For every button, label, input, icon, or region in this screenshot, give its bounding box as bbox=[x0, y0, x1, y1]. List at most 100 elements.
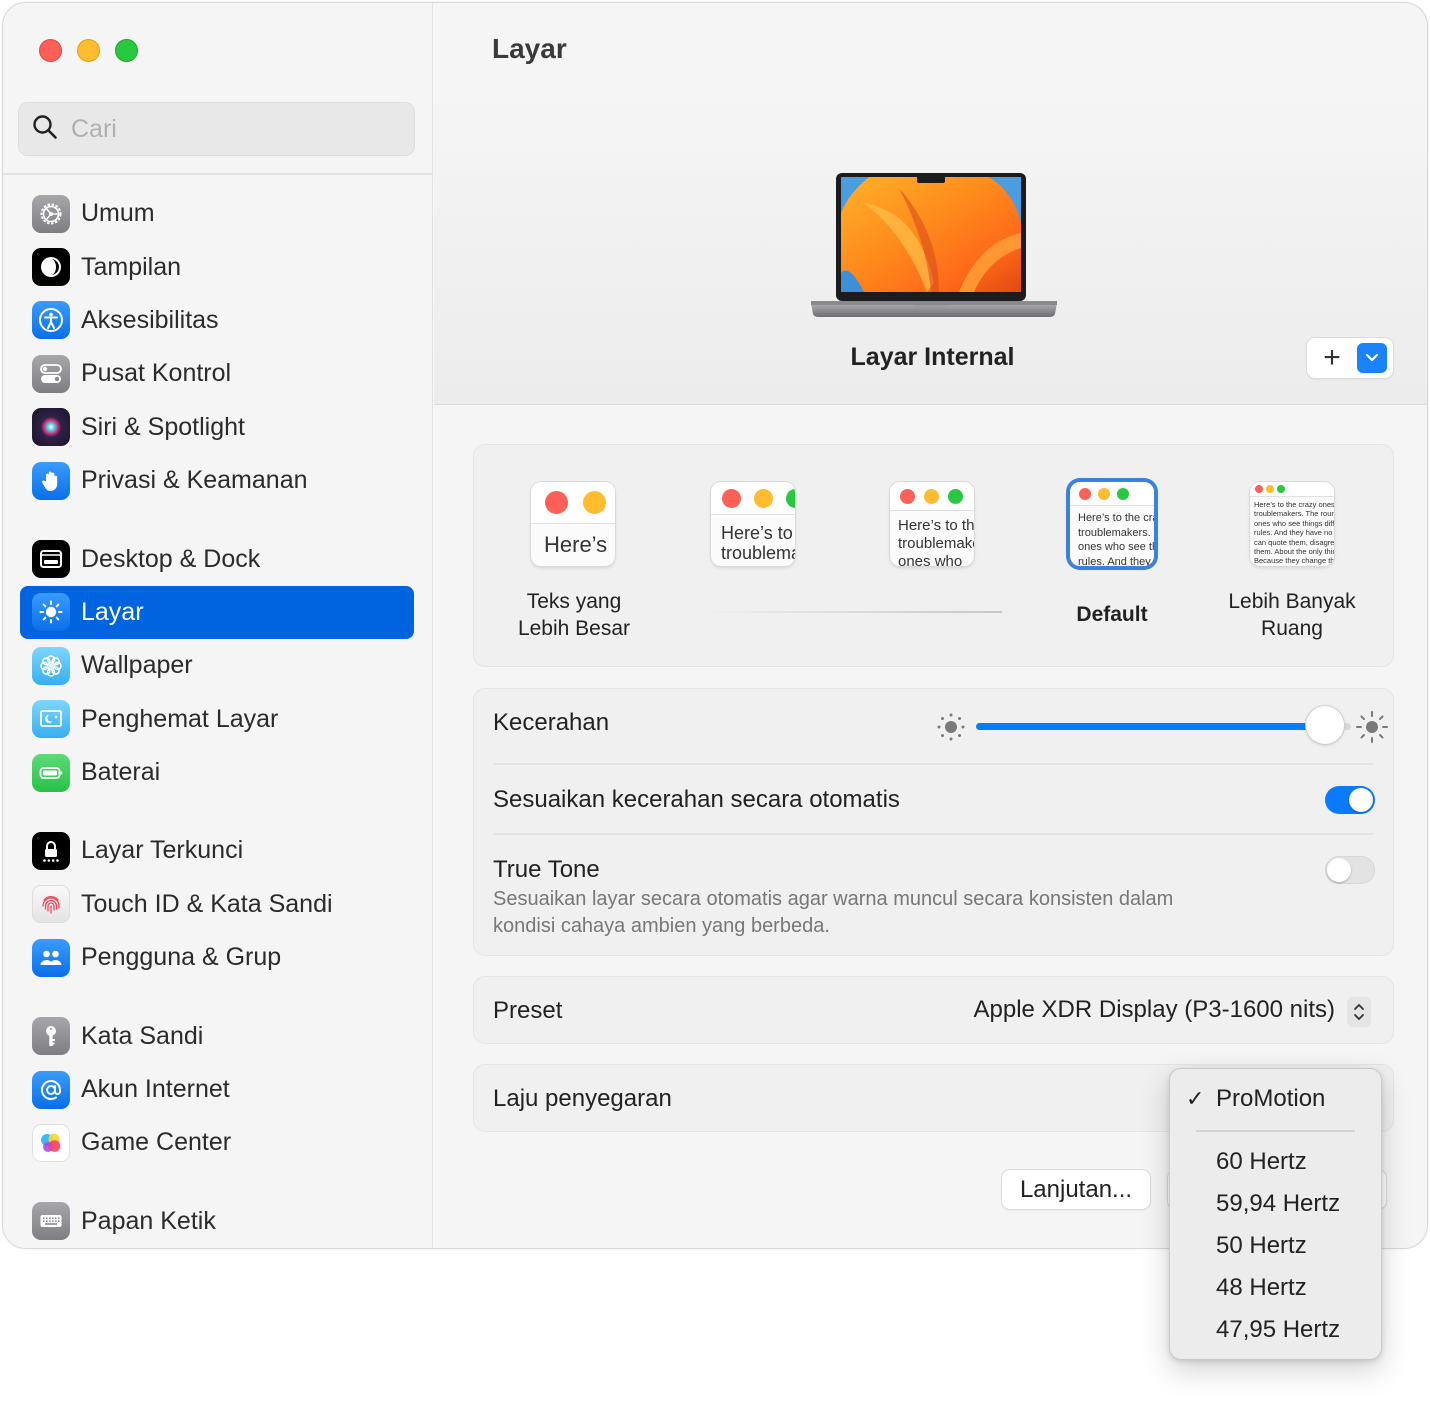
menu-item-59-94hz[interactable]: 59,94 Hertz bbox=[1216, 1190, 1340, 1218]
menu-separator bbox=[1196, 1130, 1355, 1132]
plus-icon: + bbox=[1323, 341, 1341, 374]
screensaver-icon bbox=[32, 700, 70, 739]
preview-text: Here’s to the crazytroublemakers. Theone… bbox=[1078, 512, 1154, 566]
auto-brightness-toggle[interactable] bbox=[1325, 786, 1375, 814]
hand-icon bbox=[32, 461, 70, 500]
menu-item-48hz[interactable]: 48 Hertz bbox=[1216, 1274, 1307, 1302]
refresh-rate-label: Laju penyegaran bbox=[493, 1085, 672, 1112]
menu-item-47-95hz[interactable]: 47,95 Hertz bbox=[1216, 1316, 1340, 1344]
sidebar-item-label: Siri & Spotlight bbox=[81, 412, 245, 441]
search-icon bbox=[31, 113, 59, 146]
sidebar-item-label: Touch ID & Kata Sandi bbox=[81, 889, 333, 918]
sidebar-item-label: Pusat Kontrol bbox=[81, 359, 232, 388]
brightness-track[interactable] bbox=[976, 706, 1351, 744]
sun-low-icon bbox=[934, 710, 968, 749]
sidebar-item-layar-terkunci[interactable]: Layar Terkunci bbox=[20, 824, 414, 877]
row-divider bbox=[493, 763, 1374, 765]
macbook-display-image[interactable] bbox=[809, 173, 1059, 328]
display-name: Layar Internal bbox=[850, 343, 1015, 371]
brightness-panel: Kecerahan Sesuaikan kecerahan secara oto… bbox=[473, 688, 1394, 956]
resolution-label-larger: Teks yang Lebih Besar bbox=[517, 590, 631, 640]
preview-text: Here’s to the crazy ones troublemakers. T… bbox=[1254, 500, 1334, 566]
main-content: Layar Layar Internal + Here’s Teks yang … bbox=[434, 3, 1427, 1248]
preset-popup-button[interactable] bbox=[1347, 997, 1371, 1027]
preset-select[interactable]: Apple XDR Display (P3-1600 nits) bbox=[974, 996, 1336, 1024]
key-icon bbox=[32, 1017, 70, 1056]
preset-panel: Preset Apple XDR Display (P3-1600 nits) bbox=[473, 976, 1394, 1044]
battery-icon bbox=[32, 753, 70, 792]
sidebar-item-game-center[interactable]: Game Center bbox=[20, 1116, 414, 1169]
menu-item-50hz[interactable]: 50 Hertz bbox=[1216, 1232, 1307, 1260]
display-header: Layar Internal + bbox=[434, 93, 1427, 405]
resolution-label-default: Default bbox=[1076, 603, 1148, 626]
search-input[interactable] bbox=[71, 114, 391, 144]
sidebar-item-tampilan[interactable]: Tampilan bbox=[20, 240, 414, 293]
resolution-option-larger-text[interactable]: Here’s bbox=[531, 482, 615, 566]
lock-icon bbox=[32, 831, 70, 870]
sidebar-item-umum[interactable]: Umum bbox=[20, 187, 414, 240]
flower-icon bbox=[32, 646, 70, 685]
siri-icon bbox=[32, 408, 70, 447]
chevron-down-icon bbox=[1365, 353, 1379, 362]
add-display-dropdown-button[interactable] bbox=[1357, 343, 1387, 373]
gear-icon bbox=[32, 194, 70, 233]
search-field[interactable] bbox=[18, 102, 415, 156]
window-controls bbox=[39, 39, 138, 62]
resolution-option-more-space[interactable]: Here’s to the crazy ones troublemakers. T… bbox=[1250, 482, 1334, 566]
brightness-slider[interactable] bbox=[934, 706, 1388, 749]
sidebar-item-siri-spotlight[interactable]: Siri & Spotlight bbox=[20, 401, 414, 454]
sidebar-item-label: Wallpaper bbox=[81, 651, 193, 680]
sidebar-item-label: Layar Terkunci bbox=[81, 836, 244, 865]
resolution-option-2[interactable]: Here’s to thetroublemakers bbox=[711, 482, 795, 566]
brightness-fill bbox=[976, 723, 1325, 730]
sidebar-item-layar[interactable]: Layar bbox=[20, 585, 414, 640]
sidebar-nav: Umum Tampilan Aksesibilitas Pusat Kontro… bbox=[20, 187, 414, 1248]
sidebar-item-pengguna-grup[interactable]: Pengguna & Grup bbox=[20, 931, 414, 984]
resolution-panel: Here’s Teks yang Lebih Besar Here’s to t… bbox=[473, 444, 1394, 667]
control-center-icon bbox=[32, 354, 70, 393]
sidebar-item-aksesibilitas[interactable]: Aksesibilitas bbox=[20, 294, 414, 347]
preview-text: Here’s to thetroublemakers bbox=[721, 523, 795, 563]
add-display-button[interactable]: + bbox=[1307, 338, 1357, 378]
true-tone-description: Sesuaikan layar secara otomatis agar war… bbox=[493, 888, 1174, 937]
users-icon bbox=[32, 938, 70, 977]
sidebar-item-privasi-keamanan[interactable]: Privasi & Keamanan bbox=[20, 454, 414, 507]
sidebar-item-label: Kata Sandi bbox=[81, 1021, 204, 1050]
resolution-option-3[interactable]: Here’s to thetroublemakersones who bbox=[890, 482, 974, 566]
resolution-label-more-space: Lebih Banyak Ruang bbox=[1228, 590, 1356, 640]
sidebar: Umum Tampilan Aksesibilitas Pusat Kontro… bbox=[3, 3, 433, 1248]
sidebar-item-label: Papan Ketik bbox=[81, 1206, 216, 1235]
sidebar-item-penghemat-layar[interactable]: Penghemat Layar bbox=[20, 693, 414, 746]
sidebar-item-pusat-kontrol[interactable]: Pusat Kontrol bbox=[20, 347, 414, 400]
preview-text: Here’s to thetroublemakersones who bbox=[898, 517, 974, 566]
sidebar-item-label: Penghemat Layar bbox=[81, 704, 279, 733]
resolution-option-default[interactable]: Here’s to the crazytroublemakers. Theone… bbox=[1070, 482, 1154, 566]
sidebar-item-touch-id[interactable]: Touch ID & Kata Sandi bbox=[20, 878, 414, 931]
advanced-button[interactable]: Lanjutan... bbox=[1002, 1170, 1150, 1209]
sidebar-item-desktop-dock[interactable]: Desktop & Dock bbox=[20, 532, 414, 585]
resolution-track bbox=[700, 611, 1002, 613]
maximize-window-button[interactable] bbox=[115, 39, 138, 62]
sidebar-item-wallpaper[interactable]: Wallpaper bbox=[20, 639, 414, 692]
system-settings-window: Umum Tampilan Aksesibilitas Pusat Kontro… bbox=[2, 2, 1428, 1249]
refresh-rate-menu: ✓ ProMotion 60 Hertz 59,94 Hertz 50 Hert… bbox=[1169, 1068, 1382, 1360]
sidebar-item-kata-sandi[interactable]: Kata Sandi bbox=[20, 1009, 414, 1062]
sidebar-item-baterai[interactable]: Baterai bbox=[20, 746, 414, 799]
sidebar-item-papan-ketik[interactable]: Papan Ketik bbox=[20, 1195, 414, 1248]
preset-label: Preset bbox=[493, 997, 563, 1024]
menu-item-promotion[interactable]: ProMotion bbox=[1216, 1085, 1325, 1113]
sidebar-item-label: Umum bbox=[81, 199, 155, 228]
minimize-window-button[interactable] bbox=[77, 39, 100, 62]
close-window-button[interactable] bbox=[39, 39, 62, 62]
sidebar-item-label: Tampilan bbox=[81, 252, 182, 281]
appearance-icon bbox=[32, 248, 70, 287]
sidebar-item-akun-internet[interactable]: Akun Internet bbox=[20, 1063, 414, 1116]
accessibility-icon bbox=[32, 301, 70, 340]
sidebar-item-label: Pengguna & Grup bbox=[81, 943, 282, 972]
sidebar-item-label: Aksesibilitas bbox=[81, 305, 219, 334]
menu-item-60hz[interactable]: 60 Hertz bbox=[1216, 1148, 1307, 1176]
fingerprint-icon bbox=[32, 885, 70, 924]
true-tone-toggle[interactable] bbox=[1325, 856, 1375, 884]
true-tone-label: True Tone bbox=[493, 856, 600, 883]
brightness-thumb[interactable] bbox=[1305, 706, 1344, 744]
